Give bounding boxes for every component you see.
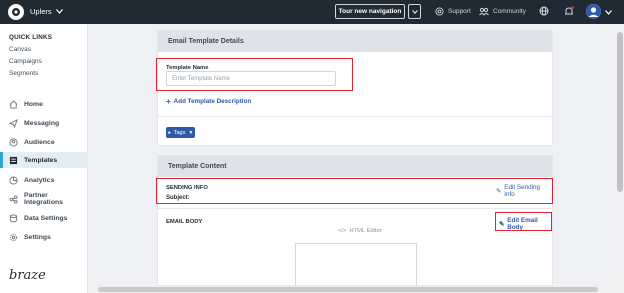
data-icon (9, 213, 18, 222)
template-icon (9, 156, 18, 164)
workspace-switcher[interactable]: Uplers (30, 7, 63, 16)
sidebar-item-templates[interactable]: Templates (0, 152, 88, 168)
template-content-card: Template Content SENDING INFO Subject: ✎… (157, 155, 553, 287)
caret-down-icon: ▼ (188, 129, 194, 136)
code-icon: </> (338, 228, 347, 234)
community-link[interactable]: Community (479, 7, 526, 16)
divider (158, 116, 552, 117)
sidebar-item-label: Audience (24, 138, 55, 146)
quick-link-campaigns[interactable]: Campaigns (9, 58, 42, 65)
vertical-scrollbar[interactable] (616, 24, 624, 293)
sidebar-item-partner-integrations[interactable]: Partner Integrations (0, 191, 88, 207)
sidebar-item-label: Data Settings (24, 214, 68, 222)
tags-button[interactable]: ● Tags ▼ (166, 127, 195, 138)
notification-bell-icon[interactable] (563, 5, 575, 17)
sidebar-item-messaging[interactable]: Messaging (0, 115, 88, 131)
details-card-title: Email Template Details (158, 31, 552, 52)
analytics-icon (9, 175, 18, 185)
sidebar-item-settings[interactable]: Settings (0, 229, 88, 245)
sidebar-item-label: Settings (24, 233, 51, 241)
sidebar: QUICK LINKS Canvas Campaigns Segments Ho… (0, 24, 88, 293)
send-icon (9, 118, 18, 128)
add-template-description-link[interactable]: + Add Template Description (166, 97, 251, 106)
chevron-down-icon (55, 9, 63, 14)
quick-link-segments[interactable]: Segments (9, 70, 38, 77)
braze-logo: braze (9, 268, 46, 283)
user-avatar[interactable] (586, 4, 601, 19)
add-description-label: Add Template Description (173, 98, 252, 105)
chevron-down-icon[interactable] (605, 10, 612, 15)
audience-icon (9, 137, 18, 147)
sidebar-item-home[interactable]: Home (0, 96, 88, 112)
globe-icon[interactable] (538, 5, 550, 17)
support-label: Support (448, 8, 471, 15)
quick-links-title: QUICK LINKS (9, 34, 53, 41)
sidebar-item-analytics[interactable]: Analytics (0, 172, 88, 188)
sidebar-item-audience[interactable]: Audience (0, 134, 88, 150)
highlight-template-name (156, 58, 353, 91)
horizontal-scrollbar-thumb[interactable] (98, 287, 598, 292)
community-icon (479, 7, 489, 16)
highlight-edit-email-body (495, 212, 552, 231)
sidebar-item-label: Partner Integrations (24, 192, 63, 206)
email-body-label: EMAIL BODY (166, 219, 203, 225)
chevron-down-icon (411, 9, 418, 14)
braze-logo-icon[interactable] (8, 4, 24, 20)
integrations-icon (9, 194, 18, 204)
vertical-scrollbar-thumb[interactable] (617, 32, 623, 192)
quick-link-canvas[interactable]: Canvas (9, 46, 31, 53)
home-icon (9, 99, 18, 109)
editor-type: </> HTML Editor (338, 228, 382, 234)
tour-navigation-button[interactable]: Tour new navigation (335, 4, 405, 19)
tags-label: Tags (173, 129, 186, 136)
plus-icon: + (166, 97, 171, 106)
gear-icon (9, 233, 18, 241)
email-body-preview[interactable] (295, 243, 417, 287)
sidebar-item-label: Analytics (24, 176, 55, 184)
top-navigation-bar: Uplers Tour new navigation Support Commu… (0, 0, 624, 24)
sidebar-item-data-settings[interactable]: Data Settings (0, 210, 88, 226)
community-label: Community (493, 8, 526, 15)
editor-type-label: HTML Editor (349, 228, 382, 234)
sidebar-item-label: Messaging (24, 119, 60, 127)
horizontal-scrollbar[interactable] (88, 286, 616, 293)
workspace-name: Uplers (30, 7, 52, 16)
sidebar-item-label: Home (24, 100, 43, 108)
content-card-title: Template Content (158, 156, 552, 177)
divider (158, 208, 552, 209)
sidebar-item-label: Templates (24, 156, 58, 164)
highlight-sending-info (156, 178, 553, 204)
tour-dropdown-button[interactable] (408, 4, 421, 19)
support-icon (435, 7, 444, 16)
tag-icon: ● (167, 129, 171, 136)
support-link[interactable]: Support (435, 7, 471, 16)
